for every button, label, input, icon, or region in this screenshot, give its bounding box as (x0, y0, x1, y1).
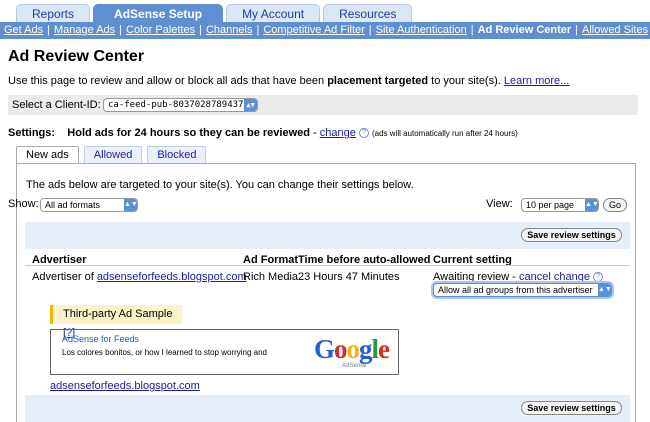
tab-new-ads[interactable]: New ads (16, 146, 79, 164)
ad-format-cell: Rich Media (243, 271, 299, 283)
header-divider (25, 265, 630, 266)
tab-my-account[interactable]: My Account (226, 4, 321, 22)
ad-url-link[interactable]: adsenseforfeeds.blogspot.com (50, 380, 200, 392)
subnav-channels[interactable]: Channels (206, 24, 252, 36)
subnav-allowed-sites[interactable]: Allowed Sites (582, 24, 648, 36)
logo-letter: g (359, 334, 372, 364)
learn-more-link[interactable]: Learn more... (504, 75, 569, 87)
help-icon[interactable]: ? (358, 128, 369, 139)
ad-title[interactable]: AdSense for Feeds (62, 334, 139, 344)
ad-sample-label: Third-party Ad Sample [?] (50, 305, 182, 339)
intro-text: Use this page to review and allow or blo… (8, 75, 570, 87)
logo-letter: o (346, 334, 360, 364)
dropdown-arrow-icon: ▲▼ (124, 199, 137, 211)
tab-adsense-setup[interactable]: AdSense Setup (93, 4, 224, 22)
per-page-select[interactable]: 10 per page ▲▼ (521, 198, 599, 212)
main-tabs: Reports AdSense Setup My Account Resourc… (16, 4, 415, 22)
tab-reports[interactable]: Reports (16, 4, 91, 22)
logo-letter: e (378, 334, 390, 364)
subnav-manage-ads[interactable]: Manage Ads (54, 24, 115, 36)
settings-label: Settings: (8, 127, 56, 139)
settings-text: Hold ads for 24 hours so they can be rev… (67, 127, 310, 139)
save-review-settings-button-top[interactable]: Save review settings (521, 228, 622, 242)
advertiser-cell: Advertiser of adsenseforfeeds.blogspot.c… (32, 271, 247, 283)
current-setting-select[interactable]: Allow all ad groups from this advertiser… (433, 283, 612, 297)
tab-resources[interactable]: Resources (323, 4, 413, 22)
subnav-color-palettes[interactable]: Color Palettes (126, 24, 195, 36)
settings-note: (ads will automatically run after 24 hou… (371, 129, 518, 138)
tab-allowed[interactable]: Allowed (83, 146, 143, 164)
view-label: View: (486, 198, 513, 210)
sub-navigation: Get Ads | Manage Ads | Color Palettes | Channe… (0, 22, 650, 39)
go-button[interactable]: Go (603, 198, 627, 212)
subnav-get-ads[interactable]: Get Ads (4, 24, 43, 36)
settings-line: Settings: Hold ads for 24 hours so they … (8, 127, 518, 139)
help-icon[interactable]: ? (593, 272, 604, 283)
client-id-select[interactable]: ca-feed-pub-803702878943741 ▲▼ (103, 98, 258, 112)
page-title: Ad Review Center (8, 48, 145, 65)
subnav-site-authentication[interactable]: Site Authentication (376, 24, 467, 36)
status-cell: Awaiting review - cancel change ? (433, 271, 604, 283)
save-review-settings-button-bottom[interactable]: Save review settings (521, 401, 622, 415)
change-settings-link[interactable]: change (320, 127, 356, 139)
dropdown-arrow-icon: ▲▼ (598, 284, 611, 296)
google-logo-subtitle: AdSense (342, 363, 367, 369)
dropdown-arrow-icon: ▲▼ (585, 199, 598, 211)
tab-blocked[interactable]: Blocked (147, 146, 207, 164)
subnav-ad-review-center: Ad Review Center (477, 24, 572, 36)
google-logo: Google (314, 334, 390, 365)
client-id-bar: Select a Client-ID: ca-feed-pub-80370287… (8, 95, 638, 115)
logo-letter: G (314, 334, 335, 364)
panel-description: The ads below are targeted to your site(… (26, 179, 414, 191)
dropdown-arrow-icon: ▲▼ (244, 99, 257, 111)
cancel-change-link[interactable]: cancel change (519, 271, 590, 283)
time-cell: 23 Hours 47 Minutes (298, 271, 400, 283)
ad-body: Los colores bonitos, or how I learned to… (62, 348, 268, 357)
ad-format-select[interactable]: All ad formats ▲▼ (40, 198, 138, 212)
subnav-competitive-ad-filter[interactable]: Competitive Ad Filter (263, 24, 364, 36)
client-id-label: Select a Client-ID: (12, 99, 101, 111)
logo-letter: o (334, 334, 347, 364)
show-label: Show: (8, 198, 39, 210)
ad-status-tabs: New ads Allowed Blocked (16, 146, 211, 164)
advertiser-link[interactable]: adsenseforfeeds.blogspot.com (97, 271, 247, 283)
